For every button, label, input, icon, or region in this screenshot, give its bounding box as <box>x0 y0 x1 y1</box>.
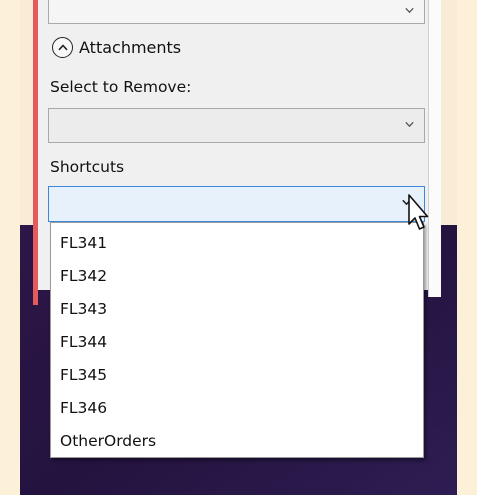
chevron-up-icon[interactable] <box>52 37 73 58</box>
chevron-down-icon <box>405 120 414 130</box>
shortcuts-dropdown-list: FL341 FL342 FL343 FL344 FL345 FL346 Othe… <box>50 222 424 458</box>
attachments-section-toggle[interactable]: Attachments <box>52 35 181 60</box>
dropdown-option[interactable]: FL343 <box>51 293 423 326</box>
dropdown-option[interactable]: FL346 <box>51 392 423 425</box>
shortcuts-dropdown[interactable] <box>48 186 425 222</box>
shortcuts-label: Shortcuts <box>50 158 125 176</box>
mouse-pointer-icon <box>408 194 429 230</box>
top-dropdown[interactable] <box>48 0 425 24</box>
dropdown-option[interactable]: FL345 <box>51 359 423 392</box>
attachments-label: Attachments <box>79 38 182 57</box>
select-to-remove-label: Select to Remove: <box>50 78 192 96</box>
dropdown-option[interactable]: OtherOrders <box>51 425 423 458</box>
chevron-down-icon <box>405 6 414 16</box>
dropdown-option[interactable]: FL344 <box>51 326 423 359</box>
dropdown-option[interactable]: FL342 <box>51 260 423 293</box>
panel-accent-bar <box>33 0 38 305</box>
adjacent-pane <box>428 0 441 297</box>
dropdown-option[interactable]: FL341 <box>51 227 423 260</box>
select-to-remove-dropdown[interactable] <box>48 108 425 143</box>
